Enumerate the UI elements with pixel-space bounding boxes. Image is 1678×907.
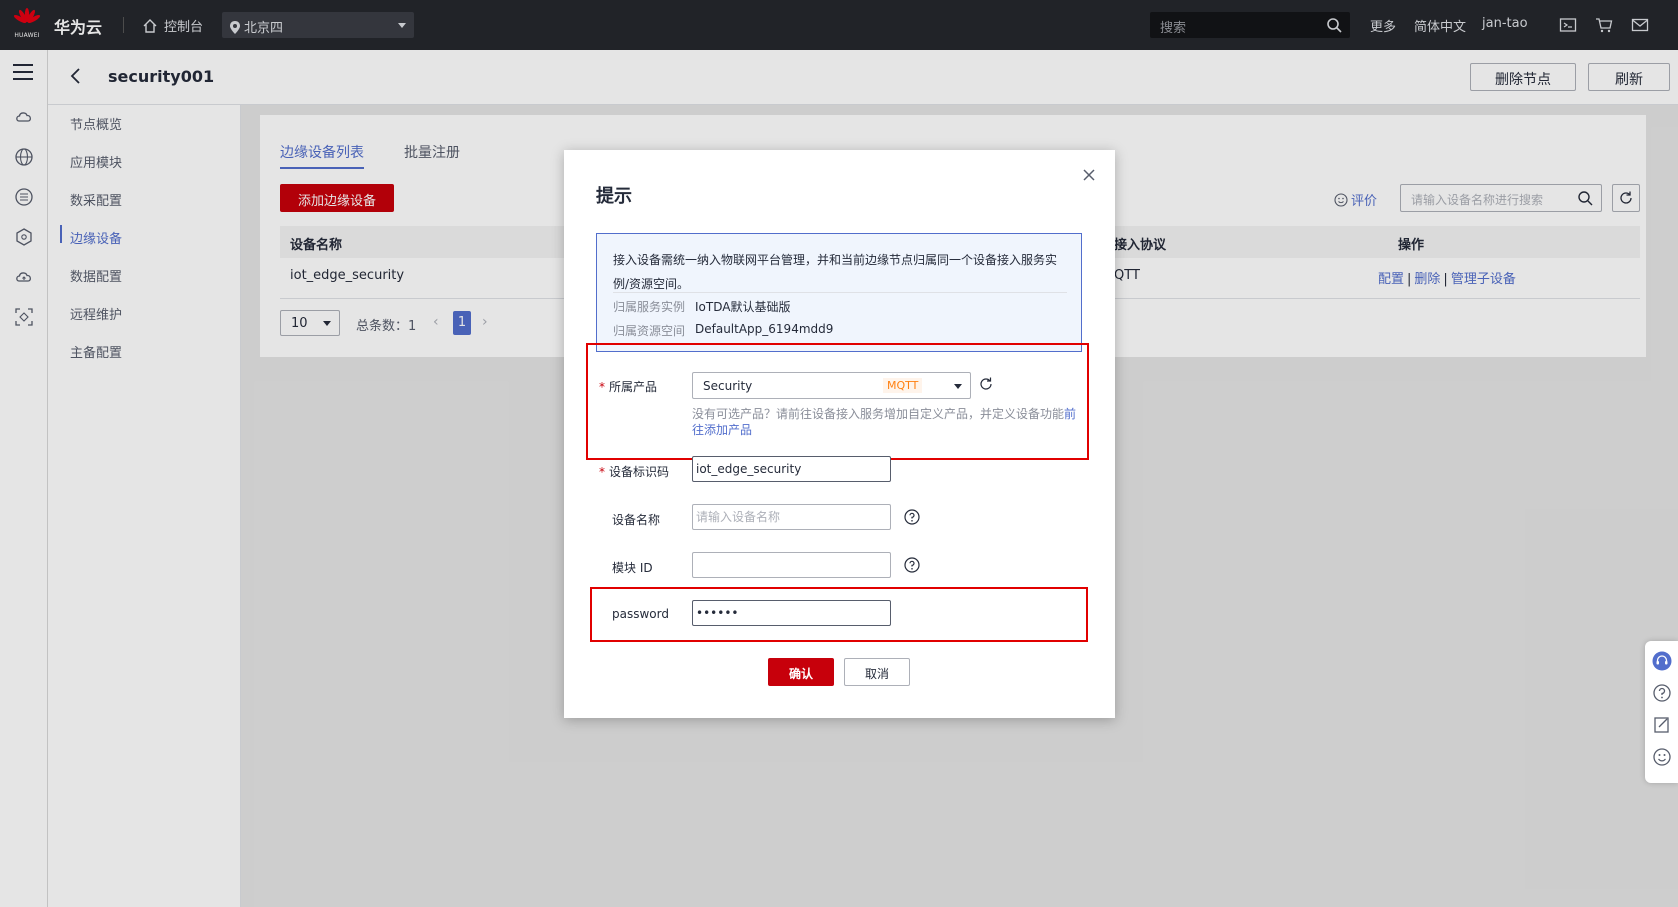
headset-icon[interactable] — [1652, 651, 1672, 671]
password-input[interactable] — [692, 600, 891, 626]
refresh-icon[interactable] — [979, 376, 993, 390]
password-label: password — [612, 607, 669, 621]
product-value: Security — [703, 379, 753, 393]
protocol-tag: MQTT — [883, 378, 923, 393]
notice-divider — [613, 292, 1067, 293]
space-value: DefaultApp_6194mdd9 — [695, 322, 834, 336]
instance-label: 归属服务实例 — [613, 300, 686, 314]
cancel-button[interactable]: 取消 — [844, 658, 910, 686]
notice-box: 接入设备需统一纳入物联网平台管理，并和当前边缘节点归属同一个设备接入服务实例/资… — [596, 233, 1082, 352]
floating-help-widget — [1645, 641, 1678, 783]
product-hint: 没有可选产品？请前往设备接入服务增加自定义产品，并定义设备功能前往添加产品 — [692, 406, 1077, 438]
help-icon[interactable] — [1652, 683, 1672, 703]
help-icon[interactable] — [904, 509, 920, 525]
device-id-input[interactable] — [692, 456, 891, 482]
device-id-label-text: 设备标识码 — [609, 465, 670, 479]
notice-message: 接入设备需统一纳入物联网平台管理，并和当前边缘节点归属同一个设备接入服务实例/资… — [613, 253, 1058, 291]
help-icon[interactable] — [904, 557, 920, 573]
space-label: 归属资源空间 — [613, 324, 686, 338]
add-device-dialog: 提示 接入设备需统一纳入物联网平台管理，并和当前边缘节点归属同一个设备接入服务实… — [564, 150, 1115, 718]
smile-icon[interactable] — [1652, 747, 1672, 767]
edit-icon[interactable] — [1652, 715, 1672, 735]
device-name-input[interactable] — [692, 504, 891, 530]
hint-text: 没有可选产品？请前往设备接入服务增加自定义产品，并定义设备功能 — [692, 407, 1065, 421]
close-icon[interactable] — [1082, 168, 1096, 182]
dialog-title: 提示 — [596, 186, 632, 207]
chevron-down-icon — [954, 384, 962, 389]
highlight-box-required — [586, 343, 1089, 460]
product-label-text: 所属产品 — [609, 380, 658, 394]
instance-value: IoTDA默认基础版 — [695, 300, 791, 314]
confirm-button[interactable]: 确认 — [768, 658, 834, 686]
module-id-input[interactable] — [692, 552, 891, 578]
product-select[interactable]: Security MQTT — [692, 372, 971, 399]
module-id-label: 模块 ID — [612, 561, 653, 575]
device-id-label: * 设备标识码 — [599, 465, 670, 479]
product-label: * 所属产品 — [599, 380, 658, 394]
device-name-label: 设备名称 — [612, 513, 661, 527]
